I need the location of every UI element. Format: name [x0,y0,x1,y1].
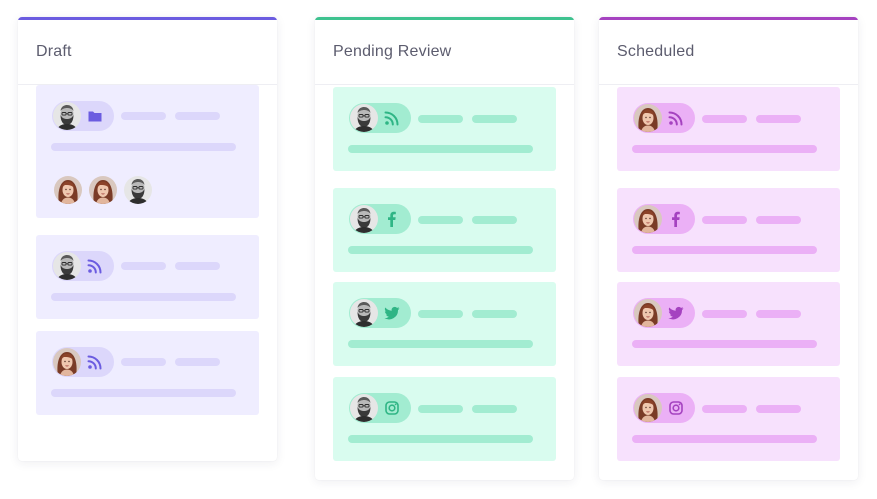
title-placeholder [702,310,747,318]
text-placeholder [632,340,817,348]
column-scheduled: Scheduled [599,17,858,480]
author-avatar [350,205,378,233]
title-placeholder [418,115,463,123]
column-title: Scheduled [617,43,695,60]
column-header: Pending Review [315,20,574,85]
post-card[interactable] [333,282,556,366]
author-avatar [634,394,662,422]
post-card[interactable] [333,188,556,272]
column-title: Draft [36,43,72,60]
instagram-icon [668,400,684,416]
post-card[interactable] [36,331,259,415]
post-card[interactable] [36,85,259,218]
column-title: Pending Review [333,43,452,60]
column-header: Scheduled [599,20,858,85]
title-placeholder [418,310,463,318]
title-placeholder [756,405,801,413]
text-placeholder [51,389,236,397]
title-placeholder [121,262,166,270]
text-placeholder [632,246,817,254]
rss-icon [384,110,400,126]
text-placeholder [51,143,236,151]
title-placeholder [756,216,801,224]
post-card[interactable] [617,87,840,171]
column-draft: Draft [18,17,277,461]
post-card[interactable] [333,377,556,461]
text-placeholder [51,293,236,301]
post-card[interactable] [617,282,840,366]
instagram-icon [384,400,400,416]
title-placeholder [121,358,166,366]
text-placeholder [348,435,533,443]
post-card[interactable] [617,377,840,461]
folder-icon [87,108,103,124]
title-placeholder [175,358,220,366]
title-placeholder [472,115,517,123]
member-avatar [124,176,152,204]
author-avatar [53,348,81,376]
title-placeholder [175,112,220,120]
twitter-icon [668,305,684,321]
text-placeholder [348,246,533,254]
text-placeholder [632,435,817,443]
author-avatar [350,104,378,132]
title-placeholder [175,262,220,270]
post-card[interactable] [617,188,840,272]
twitter-icon [384,305,400,321]
author-avatar [634,205,662,233]
rss-icon [668,110,684,126]
title-placeholder [702,115,747,123]
text-placeholder [632,145,817,153]
facebook-icon [668,211,684,227]
author-avatar [634,299,662,327]
column-header: Draft [18,20,277,85]
title-placeholder [756,310,801,318]
text-placeholder [348,340,533,348]
title-placeholder [472,405,517,413]
facebook-icon [384,211,400,227]
author-avatar [350,394,378,422]
post-card[interactable] [333,87,556,171]
title-placeholder [472,310,517,318]
author-avatar [53,102,81,130]
rss-icon [87,258,103,274]
post-card[interactable] [36,235,259,319]
member-avatar [54,176,82,204]
rss-icon [87,354,103,370]
title-placeholder [702,216,747,224]
title-placeholder [702,405,747,413]
column-pending-review: Pending Review [315,17,574,480]
author-avatar [53,252,81,280]
title-placeholder [121,112,166,120]
member-avatar [89,176,117,204]
title-placeholder [418,216,463,224]
author-avatar [350,299,378,327]
title-placeholder [418,405,463,413]
title-placeholder [472,216,517,224]
text-placeholder [348,145,533,153]
author-avatar [634,104,662,132]
title-placeholder [756,115,801,123]
